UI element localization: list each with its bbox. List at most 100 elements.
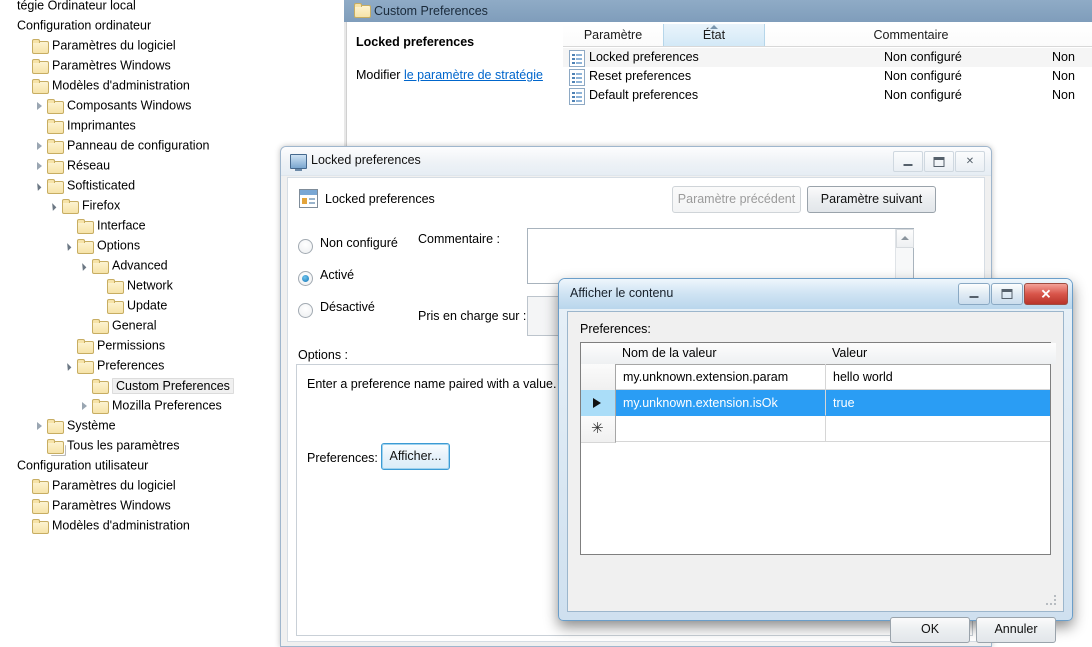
chevron-down-icon[interactable]	[79, 260, 90, 271]
extended-help-panel: Locked preferences Modifier le paramètre…	[347, 22, 558, 132]
ok-button[interactable]: OK	[890, 617, 970, 643]
column-header[interactable]: État	[663, 24, 765, 46]
tree-item[interactable]: Paramètres Windows	[0, 55, 344, 75]
tree-item-label: Paramètres Windows	[52, 498, 171, 513]
comment-textarea[interactable]	[527, 228, 914, 284]
current-row-icon	[593, 398, 601, 408]
folder-icon	[92, 399, 109, 415]
close-button[interactable]: ✕	[1024, 283, 1068, 305]
folder-icon	[32, 519, 49, 535]
row-header-cell[interactable]	[581, 364, 616, 391]
column-header[interactable]: Commentaire	[831, 24, 991, 46]
folder-icon	[32, 499, 49, 515]
comment-scrollbar[interactable]	[895, 229, 914, 283]
tree-item-label: tégie Ordinateur local	[17, 0, 136, 13]
settings-list-row[interactable]: Reset preferences Non configuré Non	[563, 67, 1092, 86]
chevron-down-icon[interactable]	[64, 240, 75, 251]
tree-item[interactable]: tégie Ordinateur local	[0, 0, 344, 15]
value-cell[interactable]	[826, 416, 1050, 442]
tree-item-label: Tous les paramètres	[67, 438, 180, 453]
window2-controls[interactable]: ✕	[957, 283, 1068, 305]
tree-item[interactable]: Imprimantes	[0, 115, 344, 135]
folder-icon	[47, 119, 64, 135]
tree-item-label: Options	[97, 238, 141, 253]
tree-item[interactable]: Modèles d'administration	[0, 75, 344, 95]
grid-column-name[interactable]: Nom de la valeur	[615, 343, 833, 364]
settings-list-header: Paramètre État Commentaire	[563, 24, 1092, 47]
tree-item-label: Modèles d'administration	[52, 518, 190, 533]
edit-policy-link[interactable]: le paramètre de stratégie	[404, 68, 543, 82]
chevron-down-icon[interactable]	[49, 200, 60, 211]
chevron-right-icon[interactable]	[34, 140, 45, 151]
scroll-up-button[interactable]	[896, 229, 914, 248]
maximize-button[interactable]	[991, 283, 1023, 305]
folder-icon	[47, 179, 64, 195]
tree-item[interactable]: Composants Windows	[0, 95, 344, 115]
folder-icon	[32, 39, 49, 55]
radio-label: Non configuré	[320, 236, 398, 250]
chevron-right-icon[interactable]	[34, 420, 45, 431]
folder-icon	[47, 139, 64, 155]
settings-list-row[interactable]: Default preferences Non configuré Non	[563, 86, 1092, 105]
column-header[interactable]: Paramètre	[563, 24, 663, 46]
tree-item-label: Système	[67, 418, 116, 433]
folder-icon	[32, 479, 49, 495]
previous-setting-button[interactable]: Paramètre précédent	[672, 186, 801, 213]
close-icon: ✕	[1040, 286, 1052, 302]
computer-icon	[290, 154, 307, 171]
minimize-button[interactable]	[893, 151, 923, 172]
window1-titlebar[interactable]: Locked preferences ✕	[281, 147, 991, 176]
chevron-right-icon[interactable]	[34, 100, 45, 111]
window2-title: Afficher le contenu	[570, 286, 674, 300]
grid-row[interactable]: my.unknown.extension.isOk true	[581, 390, 1050, 417]
chevron-down-icon[interactable]	[64, 360, 75, 371]
folder-icon	[77, 339, 94, 355]
all-settings-icon	[47, 439, 64, 455]
cancel-button[interactable]: Annuler	[976, 617, 1056, 643]
row-header-cell[interactable]: ✳	[581, 416, 616, 443]
setting-state-cell: Non configuré	[884, 88, 962, 102]
extended-edit-line: Modifier le paramètre de stratégie	[356, 68, 543, 82]
tree-item[interactable]: Paramètres du logiciel	[0, 35, 344, 55]
value-name-cell[interactable]: my.unknown.extension.param	[616, 364, 826, 390]
grid-row[interactable]: my.unknown.extension.param hello world	[581, 364, 1050, 391]
settings-list-row[interactable]: Locked preferences Non configuré Non	[563, 48, 1092, 67]
chevron-right-icon[interactable]	[79, 400, 90, 411]
folder-icon	[77, 219, 94, 235]
chevron-right-icon[interactable]	[34, 160, 45, 171]
value-name-cell[interactable]: my.unknown.extension.isOk	[616, 390, 826, 416]
tree-item[interactable]: Configuration ordinateur	[0, 15, 344, 35]
resize-grip[interactable]	[1046, 595, 1058, 607]
next-setting-button[interactable]: Paramètre suivant	[807, 186, 936, 213]
setting-name: Locked preferences	[325, 192, 435, 206]
value-name-cell[interactable]	[616, 416, 826, 442]
preferences-grid[interactable]: Nom de la valeur Valeur my.unknown.exten…	[580, 342, 1056, 555]
setting-comment-cell: Non	[1052, 50, 1075, 64]
show-button[interactable]: Afficher...	[381, 443, 450, 470]
folder-icon	[77, 359, 94, 375]
tree-item-label: General	[112, 318, 157, 333]
radio-icon	[298, 271, 313, 286]
tree-item-label: Preferences	[97, 358, 165, 373]
extended-setting-title: Locked preferences	[356, 35, 475, 49]
window2-titlebar[interactable]: Afficher le contenu ✕	[559, 279, 1072, 309]
value-cell[interactable]: true	[826, 390, 1050, 416]
grid-column-value[interactable]: Valeur	[825, 343, 1056, 364]
supported-on-label: Pris en charge sur :	[418, 309, 527, 323]
setting-state-cell: Non configuré	[884, 50, 962, 64]
policy-setting-icon	[569, 69, 585, 86]
selected-node-bar[interactable]: Custom Preferences	[344, 0, 1092, 22]
tree-item-label: Paramètres Windows	[52, 58, 171, 73]
row-header-cell[interactable]	[581, 390, 616, 417]
tree-item-label: Custom Preferences	[112, 377, 234, 394]
window1-controls[interactable]: ✕	[892, 151, 985, 172]
value-cell[interactable]: hello world	[826, 364, 1050, 390]
close-button[interactable]: ✕	[955, 151, 985, 172]
show-contents-window[interactable]: Afficher le contenu ✕ Preferences: Nom d…	[558, 278, 1073, 643]
maximize-button[interactable]	[924, 151, 954, 172]
minimize-button[interactable]	[958, 283, 990, 305]
radio-enabled[interactable]: Activé	[298, 266, 538, 298]
chevron-down-icon[interactable]	[34, 180, 45, 191]
setting-comment-cell: Non	[1052, 69, 1075, 83]
grid-row[interactable]: ✳	[581, 416, 1050, 443]
